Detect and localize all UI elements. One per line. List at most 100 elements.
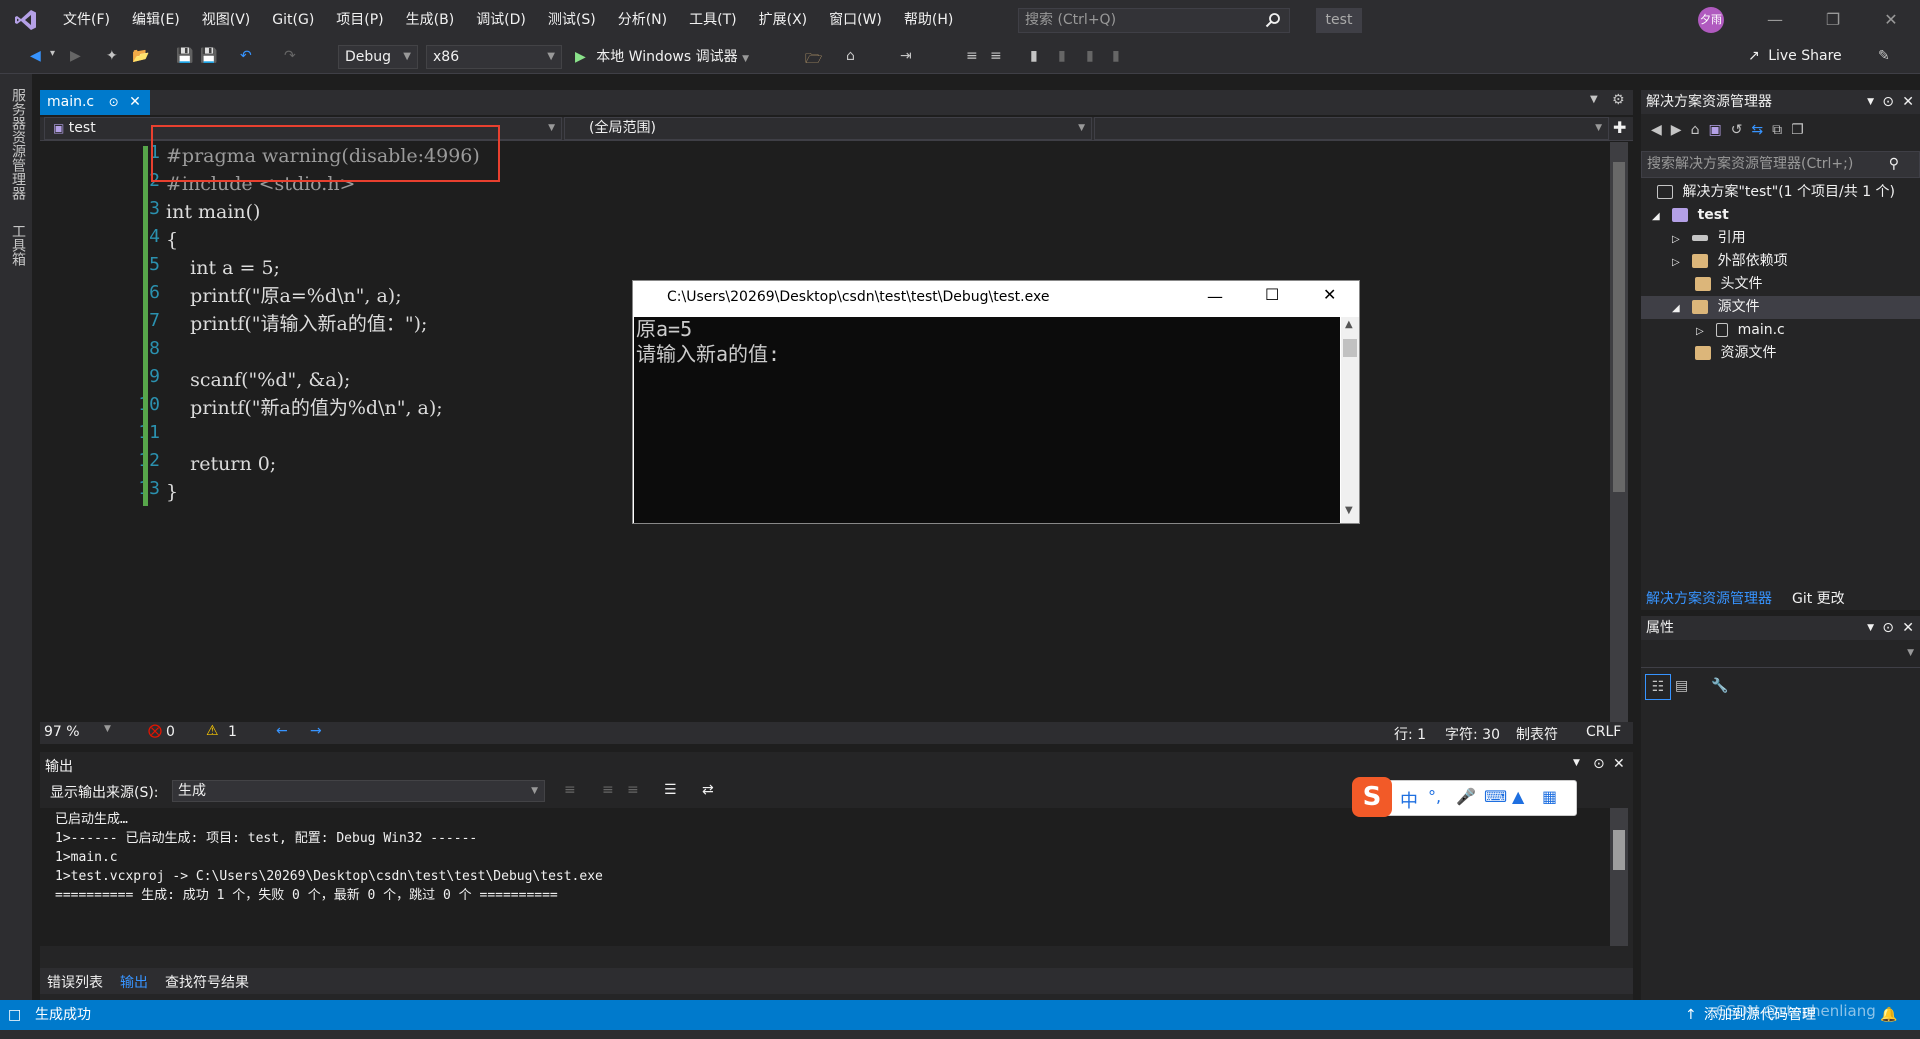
console-minimize-icon[interactable]: — <box>1207 287 1223 306</box>
start-debugger-button[interactable]: ▶ 本地 Windows 调试器 ▼ <box>575 46 749 68</box>
tree-source-files[interactable]: ◢ 源文件 <box>1672 296 1760 319</box>
tab-find-symbol-results[interactable]: 查找符号结果 <box>165 972 249 992</box>
code-line[interactable]: } <box>166 478 178 506</box>
config-combo[interactable]: Debug ▼ <box>338 45 418 69</box>
ime-chinese-mode[interactable]: 中 <box>1400 787 1418 813</box>
zoom-level[interactable]: 97 % <box>44 724 80 740</box>
collapsed-arrow-icon[interactable]: ▷ <box>1672 234 1680 245</box>
code-line[interactable]: int main() <box>166 198 260 226</box>
forward-icon[interactable]: ▶ <box>1671 122 1691 138</box>
indent-indicator[interactable]: 制表符 <box>1516 724 1558 744</box>
code-line[interactable]: int a = 5; <box>166 254 280 282</box>
close-icon[interactable]: ✕ <box>1613 756 1625 772</box>
collapsed-arrow-icon[interactable]: ▷ <box>1672 257 1680 268</box>
menu-git[interactable]: Git(G) <box>261 0 325 40</box>
chevron-down-icon[interactable]: ▼ <box>1867 90 1874 114</box>
output-scrollbar-thumb[interactable] <box>1613 830 1625 870</box>
code-line[interactable]: printf("新a的值为%d\n", a); <box>166 394 443 422</box>
code-line[interactable]: printf("原a=%d\n", a); <box>166 282 401 310</box>
menu-file[interactable]: 文件(F) <box>52 0 121 40</box>
tree-main-c[interactable]: ▷ main.c <box>1696 319 1785 342</box>
restore-button[interactable]: ❐ <box>1804 0 1862 40</box>
find-icon[interactable]: ≡ <box>627 782 639 798</box>
split-editor-icon[interactable]: ✚ <box>1613 118 1626 137</box>
chevron-down-icon[interactable]: ▼ <box>1573 758 1580 768</box>
solution-explorer-toolbar[interactable]: ◀▶⌂▣↺⇆⧉❐ <box>1651 122 1813 138</box>
search-input[interactable]: 搜索 (Ctrl+Q) <box>1018 8 1290 33</box>
console-window[interactable]: C:\Users\20269\Desktop\csdn\test\test\De… <box>632 280 1360 524</box>
console-output[interactable]: 原a=5 请输入新a的值: <box>634 317 1340 523</box>
close-tab-icon[interactable]: ✕ <box>129 94 141 110</box>
goto-next-icon[interactable]: ≡ <box>602 782 614 798</box>
back-icon[interactable]: ◀ <box>30 48 41 66</box>
home-icon[interactable]: ⌂ <box>1691 122 1709 138</box>
vs-icon[interactable]: ▣ <box>1708 122 1730 138</box>
properties-object-combo[interactable]: ▼ <box>1641 644 1920 668</box>
menu-project[interactable]: 项目(P) <box>325 0 394 40</box>
prev-bookmark-icon[interactable]: ▮ <box>1058 48 1066 66</box>
step-icon[interactable]: ⇥ <box>900 48 912 66</box>
minimize-button[interactable]: — <box>1746 0 1804 40</box>
pin-icon[interactable]: ⊙ <box>1882 90 1894 114</box>
pin-icon[interactable]: ⊙ <box>1593 756 1605 772</box>
console-scrollbar[interactable]: ▲ ▼ <box>1341 317 1359 523</box>
output-scrollbar[interactable] <box>1610 808 1628 946</box>
menu-edit[interactable]: 编辑(E) <box>121 0 191 40</box>
microphone-icon[interactable]: 🎤 <box>1456 787 1476 806</box>
next-issue-icon[interactable]: → <box>310 723 322 739</box>
member-combo[interactable]: ▼ <box>1094 117 1609 140</box>
sogou-logo-icon[interactable]: S <box>1352 777 1392 817</box>
new-item-icon[interactable]: ✦ <box>106 48 118 66</box>
bookmark-icon[interactable]: ▮ <box>1030 48 1038 66</box>
settings-gear-icon[interactable]: ⚙ <box>1612 92 1625 108</box>
wrench-icon[interactable]: 🔧 <box>1711 678 1728 694</box>
collapsed-arrow-icon[interactable]: ▷ <box>1696 326 1704 337</box>
home-icon[interactable]: ⌂ <box>846 48 855 66</box>
redo-icon[interactable]: ↷ <box>284 48 296 66</box>
format-alt-icon[interactable]: ≡ <box>990 48 1002 66</box>
menu-analyze[interactable]: 分析(N) <box>607 0 678 40</box>
history-icon[interactable]: ↺ <box>1731 122 1752 138</box>
menu-test[interactable]: 测试(S) <box>537 0 607 40</box>
close-icon[interactable]: ✕ <box>1902 90 1914 114</box>
back-dropdown-icon[interactable]: ▾ <box>50 48 55 66</box>
server-explorer-tab[interactable]: 服务器资源管理器 <box>8 88 28 200</box>
pin-icon[interactable]: ⊙ <box>1882 616 1894 640</box>
avatar[interactable]: 夕雨 <box>1698 7 1724 33</box>
code-line[interactable]: scanf("%d", &a); <box>166 366 350 394</box>
copy-icon[interactable]: ❐ <box>1791 122 1813 138</box>
feedback-icon[interactable]: ✎ <box>1878 48 1890 66</box>
tree-references[interactable]: ▷ 引用 <box>1672 227 1746 250</box>
undo-icon[interactable]: ↶ <box>240 48 252 66</box>
next-bookmark-icon[interactable]: ▮ <box>1086 48 1094 66</box>
clear-bookmark-icon[interactable]: ▮ <box>1112 48 1120 66</box>
tab-list-icon[interactable]: ▼ <box>1590 94 1598 105</box>
output-source-combo[interactable]: 生成 ▼ <box>172 780 545 802</box>
format-icon[interactable]: ≡ <box>966 48 978 66</box>
tree-resource-files[interactable]: 资源文件 <box>1695 342 1776 365</box>
menu-debug[interactable]: 调试(D) <box>465 0 537 40</box>
ime-punctuation[interactable]: °, <box>1428 787 1441 806</box>
solution-search-input[interactable]: 搜索解决方案资源管理器(Ctrl+;) ⚲ <box>1641 151 1920 178</box>
tab-output[interactable]: 输出 <box>120 972 148 992</box>
word-wrap-icon[interactable]: ⇄ <box>702 782 714 798</box>
scroll-down-icon[interactable]: ▼ <box>1345 505 1353 516</box>
chevron-down-icon[interactable]: ▼ <box>1867 616 1874 640</box>
expanded-arrow-icon[interactable]: ◢ <box>1672 303 1680 314</box>
console-close-icon[interactable]: ✕ <box>1323 285 1336 304</box>
categorized-icon[interactable]: ☷ <box>1645 674 1671 700</box>
live-share-button[interactable]: ↗ Live Share <box>1748 48 1842 64</box>
chevron-down-icon[interactable]: ▼ <box>104 724 111 734</box>
goto-prev-icon[interactable]: ≡ <box>564 782 576 798</box>
error-count[interactable]: 0 <box>166 724 175 740</box>
tab-git-changes[interactable]: Git 更改 <box>1792 588 1845 608</box>
code-line[interactable]: printf("请输入新a的值："); <box>166 310 427 338</box>
tab-solution-explorer[interactable]: 解决方案资源管理器 <box>1646 588 1772 608</box>
console-scroll-thumb[interactable] <box>1343 339 1357 357</box>
skin-icon[interactable]: ▲ <box>1512 787 1524 806</box>
forward-icon[interactable]: ▶ <box>70 48 81 66</box>
menu-build[interactable]: 生成(B) <box>395 0 466 40</box>
prev-issue-icon[interactable]: ← <box>276 723 288 739</box>
code-line[interactable]: return 0; <box>166 450 276 478</box>
keyboard-icon[interactable]: ⌨ <box>1484 787 1507 806</box>
